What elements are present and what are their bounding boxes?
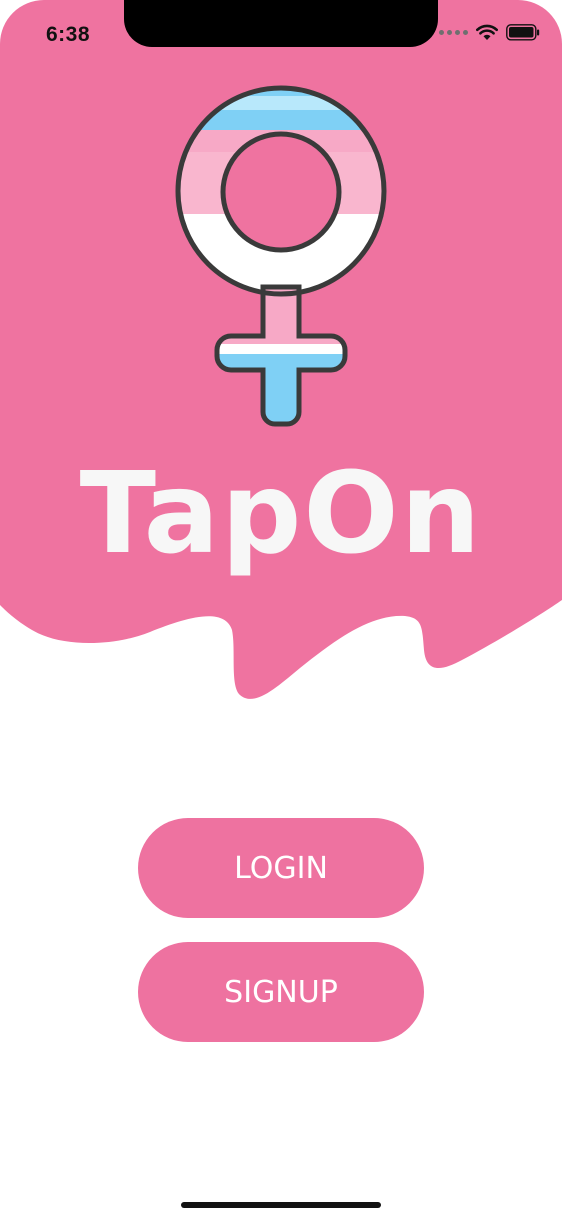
status-time: 6:38 — [46, 23, 91, 46]
wifi-icon — [476, 24, 498, 40]
app-title: TapOn — [79, 449, 483, 579]
welcome-screen: 6:38 TapOn LOGIN SIGNUP — [0, 0, 562, 1219]
home-indicator[interactable] — [181, 1202, 381, 1208]
status-bar: 6:38 — [0, 0, 562, 60]
transgender-female-symbol-icon — [175, 85, 387, 427]
login-button[interactable]: LOGIN — [138, 818, 424, 918]
cellular-signal-icon — [439, 30, 468, 35]
device-notch — [124, 0, 438, 47]
status-icons — [439, 24, 540, 41]
battery-icon — [506, 24, 540, 41]
signup-button[interactable]: SIGNUP — [138, 942, 424, 1042]
